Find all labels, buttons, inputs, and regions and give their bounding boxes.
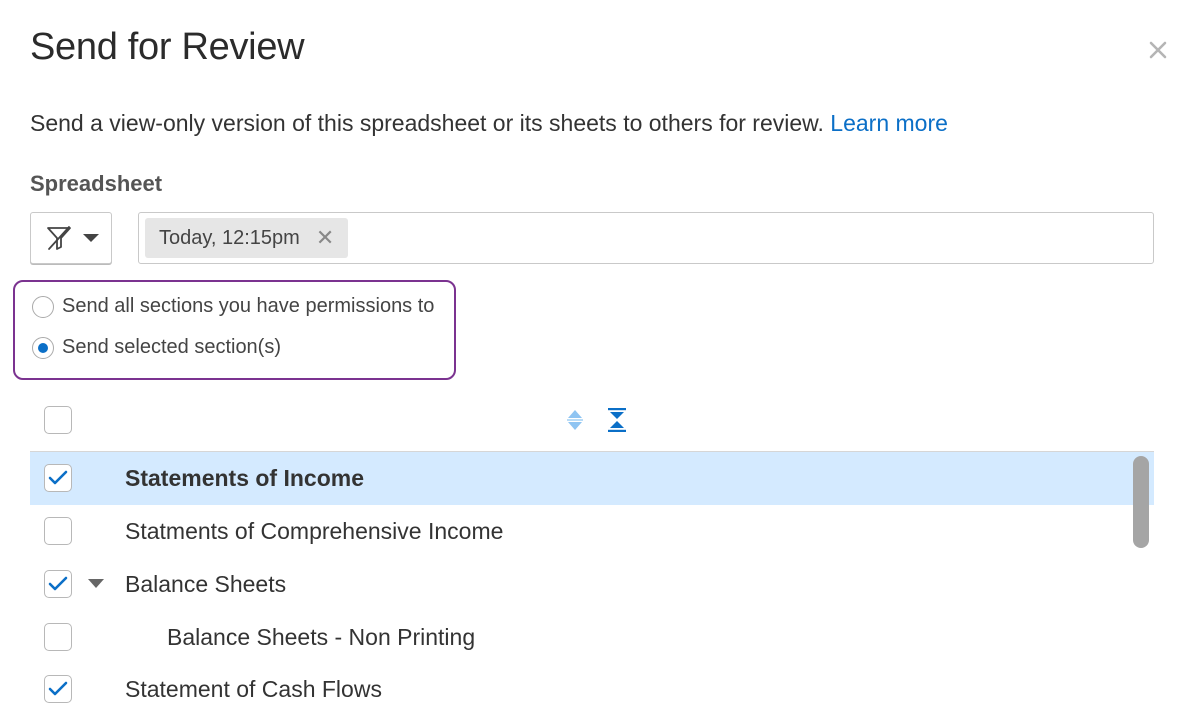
select-all-checkbox[interactable] bbox=[44, 406, 72, 434]
version-token-label: Today, 12:15pm bbox=[159, 226, 300, 249]
section-row[interactable]: Statements of Income bbox=[30, 452, 1154, 505]
send-scope-radio-group: Send all sections you have permissions t… bbox=[13, 280, 456, 380]
version-token: Today, 12:15pm ✕ bbox=[145, 218, 349, 258]
checkmark-icon bbox=[48, 681, 68, 696]
send-all-label: Send all sections you have permissions t… bbox=[62, 295, 435, 317]
dialog-title: Send for Review bbox=[30, 26, 305, 68]
section-label: Balance Sheets bbox=[125, 571, 287, 597]
expand-toggle-icon[interactable] bbox=[88, 579, 104, 588]
description-text: Send a view-only version of this spreads… bbox=[30, 110, 824, 136]
filter-dropdown-button[interactable] bbox=[30, 212, 112, 264]
section-row[interactable]: Balance Sheets - Non Printing bbox=[30, 611, 1154, 664]
filter-off-icon bbox=[47, 226, 71, 250]
section-row[interactable]: Statments of Comprehensive Income bbox=[30, 505, 1154, 558]
close-button[interactable] bbox=[1144, 36, 1172, 64]
section-checkbox[interactable] bbox=[44, 675, 72, 703]
collapse-all-icon[interactable] bbox=[605, 406, 629, 434]
chevron-down-icon bbox=[83, 234, 99, 242]
send-selected-label: Send selected section(s) bbox=[62, 336, 282, 358]
remove-token-icon[interactable]: ✕ bbox=[316, 227, 334, 249]
section-label: Balance Sheets - Non Printing bbox=[167, 624, 476, 650]
version-token-field[interactable]: Today, 12:15pm ✕ bbox=[138, 212, 1154, 264]
section-label: Statments of Comprehensive Income bbox=[125, 518, 504, 544]
section-checkbox[interactable] bbox=[44, 517, 72, 545]
dialog-description: Send a view-only version of this spreads… bbox=[30, 110, 948, 137]
expand-all-icon[interactable] bbox=[563, 406, 587, 434]
section-checkbox[interactable] bbox=[44, 570, 72, 598]
section-checkbox[interactable] bbox=[44, 623, 72, 651]
send-all-radio[interactable] bbox=[32, 295, 54, 318]
checkmark-icon bbox=[48, 470, 68, 485]
list-scrollbar[interactable] bbox=[1133, 456, 1149, 548]
send-all-option[interactable]: Send all sections you have permissions t… bbox=[32, 295, 434, 318]
section-label: Statements of Income bbox=[125, 465, 364, 491]
spreadsheet-label: Spreadsheet bbox=[30, 171, 163, 196]
close-icon[interactable] bbox=[1148, 40, 1168, 60]
learn-more-link[interactable]: Learn more bbox=[830, 110, 948, 136]
section-list-header bbox=[30, 398, 1154, 442]
section-row[interactable]: Balance Sheets bbox=[30, 558, 1154, 611]
checkmark-icon bbox=[48, 576, 68, 591]
section-checkbox[interactable] bbox=[44, 464, 72, 492]
radio-selected-dot bbox=[38, 342, 48, 353]
section-list: Statements of Income Statments of Compre… bbox=[30, 451, 1154, 711]
section-label: Statement of Cash Flows bbox=[125, 676, 382, 702]
send-selected-option[interactable]: Send selected section(s) bbox=[32, 336, 281, 359]
section-row[interactable]: Statement of Cash Flows bbox=[30, 663, 1154, 711]
send-selected-radio[interactable] bbox=[32, 336, 54, 359]
